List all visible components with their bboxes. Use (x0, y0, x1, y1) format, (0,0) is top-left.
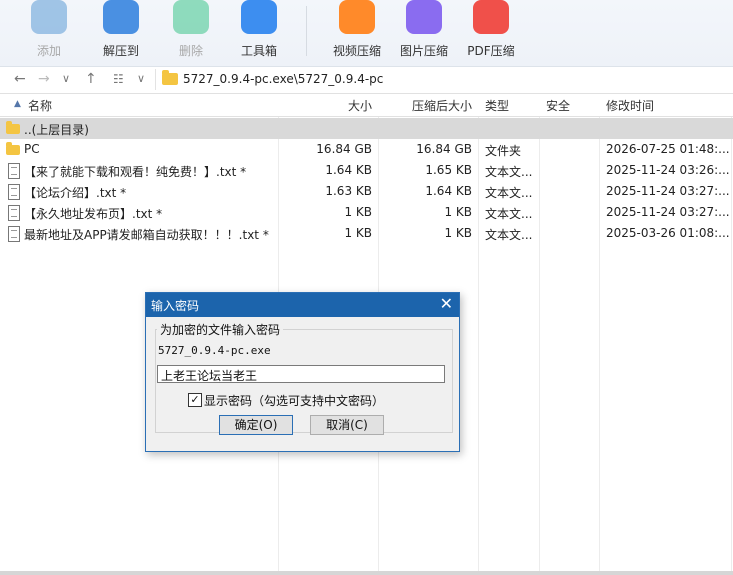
up-arrow-icon[interactable]: ↑ (85, 71, 97, 87)
pdf-compress-button[interactable]: PDF压缩 (459, 0, 523, 64)
column-header-name[interactable]: 名称 (28, 97, 52, 114)
cell-packed-size: 1.65 KB (425, 163, 472, 177)
password-dialog: 输入密码 ✕ 为加密的文件输入密码 5727_0.9.4-pc.exe 上老王论… (145, 292, 460, 452)
column-header-packed-size[interactable]: 压缩后大小 (380, 97, 472, 114)
add-button-label: 添加 (36, 44, 61, 58)
toolbar-separator (306, 6, 307, 56)
dialog-title-bar[interactable]: 输入密码 ✕ (146, 293, 459, 317)
extract-to-button[interactable]: 解压到 (89, 0, 153, 64)
list-header: ▲ 名称 大小 压缩后大小 类型 安全 修改时间 (0, 94, 733, 117)
cell-size: 16.84 GB (316, 142, 372, 156)
view-dropdown-icon[interactable]: ∨ (137, 71, 145, 87)
cell-modified: 2025-11-24 03:27:... (606, 184, 730, 198)
group-title: 为加密的文件输入密码 (157, 321, 284, 338)
cell-name: 最新地址及APP请发邮箱自动获取！！！.txt * (24, 228, 269, 242)
navigation-bar: ← → ∨ ↑ ☷ ∨ 5727_0.9.4-pc.exe\5727_0.9.4… (0, 67, 733, 94)
cell-type: 文本文... (485, 228, 533, 242)
show-password-label[interactable]: 显示密码（勾选可支持中文密码） (204, 392, 384, 409)
image-compress-button-label: 图片压缩 (399, 44, 448, 58)
table-row[interactable]: 最新地址及APP请发邮箱自动获取！！！.txt * 1 KB 1 KB 文本文.… (0, 223, 733, 244)
extract-to-button-label: 解压到 (102, 44, 139, 58)
table-row[interactable]: PC 16.84 GB 16.84 GB 文件夹 2026-07-25 01:4… (0, 139, 733, 160)
text-file-icon (8, 205, 20, 221)
toolbox-button[interactable]: 工具箱 (227, 0, 291, 64)
cell-packed-size: 1 KB (444, 205, 472, 219)
cell-packed-size: 1 KB (444, 226, 472, 240)
add-archive-icon (31, 0, 67, 34)
cell-name: PC (24, 142, 40, 156)
toolbox-button-label: 工具箱 (240, 44, 277, 58)
cell-size: 1.64 KB (325, 163, 372, 177)
cell-name: ..(上层目录) (24, 123, 89, 137)
ok-button[interactable]: 确定(O) (219, 415, 293, 435)
cell-name: 【论坛介绍】.txt * (24, 186, 127, 200)
cell-modified: 2025-11-24 03:27:... (606, 205, 730, 219)
text-file-icon (8, 163, 20, 179)
cell-modified: 2025-03-26 01:08:... (606, 226, 730, 240)
cell-modified: 2025-11-24 03:26:... (606, 163, 730, 177)
cell-name: 【永久地址发布页】.txt * (24, 207, 163, 221)
sort-up-icon: ▲ (14, 99, 21, 109)
folder-up-icon (6, 121, 20, 134)
chevron-down-icon[interactable]: ∨ (62, 71, 70, 87)
view-mode-icon[interactable]: ☷ (113, 71, 124, 87)
column-header-modified[interactable]: 修改时间 (606, 97, 654, 114)
cell-type: 文件夹 (485, 144, 522, 158)
pdf-compress-button-label: PDF压缩 (467, 44, 515, 58)
video-icon (339, 0, 375, 34)
cell-type: 文本文... (485, 165, 533, 179)
cell-packed-size: 1.64 KB (425, 184, 472, 198)
table-row[interactable]: 【永久地址发布页】.txt * 1 KB 1 KB 文本文... 2025-11… (0, 202, 733, 223)
video-compress-button[interactable]: 视频压缩 (325, 0, 389, 64)
address-path: 5727_0.9.4-pc.exe\5727_0.9.4-pc (183, 72, 384, 86)
password-input[interactable]: 上老王论坛当老王 (157, 365, 445, 383)
column-header-size[interactable]: 大小 (280, 97, 372, 114)
video-compress-button-label: 视频压缩 (332, 44, 381, 58)
horizontal-scrollbar[interactable] (0, 571, 733, 575)
pdf-icon (473, 0, 509, 34)
cell-size: 1 KB (344, 205, 372, 219)
encrypted-filename: 5727_0.9.4-pc.exe (158, 344, 271, 357)
text-file-icon (8, 226, 20, 242)
back-arrow-icon[interactable]: ← (14, 71, 26, 87)
show-password-checkbox[interactable]: ✓ (188, 393, 202, 407)
cell-modified: 2026-07-25 01:48:... (606, 142, 730, 156)
folder-icon (162, 70, 178, 85)
text-file-icon (8, 184, 20, 200)
image-icon (406, 0, 442, 34)
column-header-type[interactable]: 类型 (485, 97, 509, 114)
delete-button-label: 删除 (178, 44, 203, 58)
add-button[interactable]: 添加 (17, 0, 81, 64)
recycle-icon (173, 0, 209, 34)
toolbox-icon (241, 0, 277, 34)
table-row[interactable]: 【论坛介绍】.txt * 1.63 KB 1.64 KB 文本文... 2025… (0, 181, 733, 202)
close-icon[interactable]: ✕ (440, 294, 453, 314)
toolbar: 添加 解压到 删除 工具箱 视频压缩 图片压缩 PDF压缩 (0, 0, 733, 67)
image-compress-button[interactable]: 图片压缩 (392, 0, 456, 64)
cell-type: 文本文... (485, 186, 533, 200)
dialog-title: 输入密码 (151, 299, 200, 313)
table-row[interactable]: ..(上层目录) (0, 118, 733, 139)
cell-size: 1 KB (344, 226, 372, 240)
table-row[interactable]: 【来了就能下载和观看！纯免费！】.txt * 1.64 KB 1.65 KB 文… (0, 160, 733, 181)
cancel-button[interactable]: 取消(C) (310, 415, 384, 435)
delete-button[interactable]: 删除 (159, 0, 223, 64)
cell-packed-size: 16.84 GB (416, 142, 472, 156)
address-bar[interactable]: 5727_0.9.4-pc.exe\5727_0.9.4-pc (155, 69, 733, 90)
folder-icon (6, 142, 20, 155)
column-header-security[interactable]: 安全 (546, 97, 570, 114)
cell-type: 文本文... (485, 207, 533, 221)
extract-archive-icon (103, 0, 139, 34)
cell-size: 1.63 KB (325, 184, 372, 198)
forward-arrow-icon[interactable]: → (38, 71, 50, 87)
cell-name: 【来了就能下载和观看！纯免费！】.txt * (24, 165, 247, 179)
